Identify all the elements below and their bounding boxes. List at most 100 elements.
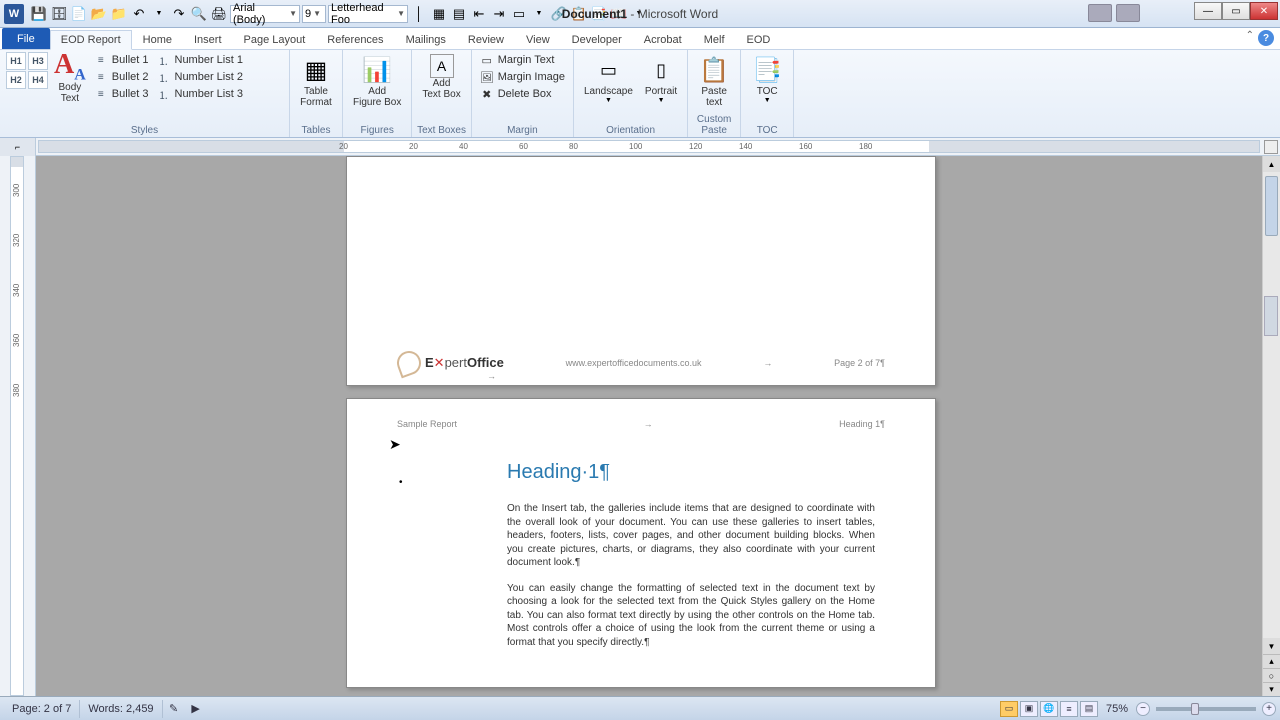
browse-object-button[interactable]: ○ [1263,668,1280,682]
tab-home[interactable]: Home [132,30,183,49]
dropdown-icon[interactable]: ▼ [530,5,548,23]
help-button[interactable]: ? [1258,30,1274,46]
status-page[interactable]: Page: 2 of 7 [4,700,80,718]
redo-icon[interactable]: ↷ [170,5,188,23]
indent-icon[interactable]: ⇥ [490,5,508,23]
margin-image-button[interactable]: 🖼Margin Image [478,69,567,85]
vertical-scrollbar[interactable]: ▲ ▼ ▴ ○ ▾ [1262,156,1280,696]
add-figure-button[interactable]: 📊 Add Figure Box [349,52,405,110]
font-size-combo[interactable]: 9▼ [302,5,326,23]
tab-page-layout[interactable]: Page Layout [233,30,317,49]
margin-text-button[interactable]: ▭Margin Text [478,52,567,68]
portrait-button[interactable]: ▯ Portrait ▼ [641,52,681,106]
window-title: Document1 - Microsoft Word [562,7,718,21]
print-layout-view-button[interactable]: ▭ [1000,701,1018,717]
style-combo[interactable]: Letterhead Foo▼ [328,5,408,23]
print-preview-icon[interactable]: 🔍 [190,5,208,23]
web-view-button[interactable]: 🌐 [1040,701,1058,717]
undo-dropdown-icon[interactable]: ▼ [150,5,168,23]
bullet-3-button[interactable]: ≡Bullet 3 [92,86,151,102]
media-btn-2[interactable] [1116,4,1140,22]
tab-file[interactable]: File [2,28,50,49]
toc-button[interactable]: 📑 TOC ▼ [747,52,787,106]
tab-mailings[interactable]: Mailings [395,30,457,49]
paragraph: You can easily change the formatting of … [507,582,875,650]
page[interactable]: Sample Report → Heading 1¶ • Heading·1¶ … [346,398,936,688]
table-icon[interactable]: ▤ [450,5,468,23]
add-textbox-button[interactable]: A Add Text Box [418,52,464,102]
word-icon[interactable]: W [4,4,24,24]
footer-arrow: → [763,358,772,368]
group-margin: ▭Margin Text 🖼Margin Image ✖Delete Box M… [472,50,574,137]
minimize-ribbon-icon[interactable]: ⌃ [1246,30,1254,46]
page-body[interactable]: Heading·1¶ On the Insert tab, the galler… [507,459,875,661]
status-words[interactable]: Words: 2,459 [80,700,162,718]
vertical-ruler[interactable]: 300 320 340 360 380 [0,156,36,696]
spellcheck-icon[interactable]: ✎ [165,700,183,718]
tab-eod[interactable]: EOD [736,30,782,49]
next-page-button[interactable]: ▾ [1263,682,1280,696]
undo-icon[interactable]: ↶ [130,5,148,23]
tab-selector[interactable]: ⌐ [0,138,36,156]
close-doc-icon[interactable]: 📁 [110,5,128,23]
bullet-2-button[interactable]: ≡Bullet 2 [92,69,151,85]
horizontal-ruler[interactable]: ⌐ 20 20 40 60 80 100 120 140 160 180 [0,138,1280,156]
tab-developer[interactable]: Developer [561,30,633,49]
ruler-toggle-button[interactable] [1264,140,1278,154]
insert-field-icon[interactable]: ▦ [430,5,448,23]
scroll-down-button[interactable]: ▼ [1263,638,1280,654]
landscape-button[interactable]: ▭ Landscape ▼ [580,52,637,106]
number-3-button[interactable]: ⒈Number List 3 [155,86,245,102]
paste-text-button[interactable]: 📋 Paste text [694,52,734,110]
quick-print-icon[interactable]: 🖨 [210,5,228,23]
zoom-thumb[interactable] [1191,703,1199,715]
open-icon[interactable]: 📂 [90,5,108,23]
fullscreen-view-button[interactable]: ▣ [1020,701,1038,717]
bullet-1-button[interactable]: ≡Bullet 1 [92,52,151,68]
save-icon[interactable]: 💾 [30,5,48,23]
h1-button[interactable]: H1 [6,52,26,70]
media-btn-1[interactable] [1088,4,1112,22]
table-format-button[interactable]: ▦ Table Format [296,52,336,110]
zoom-level[interactable]: 75% [1106,703,1128,715]
tab-eod-report[interactable]: EOD Report [50,30,132,50]
close-button[interactable]: ✕ [1250,2,1278,20]
scroll-thumb[interactable] [1265,176,1278,236]
outdent-icon[interactable]: ⇤ [470,5,488,23]
zoom-in-button[interactable]: + [1262,702,1276,716]
title-bar: W 💾 🗄 📄 📂 📁 ↶ ▼ ↷ 🔍 🖨 Arial (Body)▼ 9▼ L… [0,0,1280,28]
h2-button[interactable]: H2 [6,71,26,89]
tab-insert[interactable]: Insert [183,30,233,49]
number-2-button[interactable]: ⒈Number List 2 [155,69,245,85]
h3-button[interactable]: H3 [28,52,48,70]
minimize-button[interactable]: — [1194,2,1222,20]
prev-page-button[interactable]: ▴ [1263,654,1280,668]
number-1-button[interactable]: ⒈Number List 1 [155,52,245,68]
footer-arrow: → [487,371,496,381]
tab-references[interactable]: References [316,30,394,49]
toc-icon: 📑 [751,54,783,86]
maximize-button[interactable]: ▭ [1222,2,1250,20]
macro-icon[interactable]: ▶ [187,700,205,718]
body-text-button[interactable]: AA Body Text [52,52,88,106]
new-icon[interactable]: 📄 [70,5,88,23]
borders-icon[interactable]: ▭ [510,5,528,23]
delete-box-button[interactable]: ✖Delete Box [478,86,567,102]
body-text-icon: AA [54,54,86,82]
zoom-slider[interactable] [1156,707,1256,711]
tab-acrobat[interactable]: Acrobat [633,30,693,49]
font-name-combo[interactable]: Arial (Body)▼ [230,5,300,23]
outline-view-button[interactable]: ≡ [1060,701,1078,717]
splitter-handle[interactable] [1264,296,1278,336]
scroll-up-button[interactable]: ▲ [1263,156,1280,172]
zoom-out-button[interactable]: − [1136,702,1150,716]
draft-view-button[interactable]: ▤ [1080,701,1098,717]
tab-melf[interactable]: Melf [693,30,736,49]
save-all-icon[interactable]: 🗄 [50,5,68,23]
qat-sep-icon: │ [410,5,428,23]
h4-button[interactable]: H4 [28,71,48,89]
page[interactable]: E✕pertOffice → www.expertofficedocuments… [346,156,936,386]
landscape-icon: ▭ [592,54,624,86]
tab-view[interactable]: View [515,30,561,49]
tab-review[interactable]: Review [457,30,515,49]
